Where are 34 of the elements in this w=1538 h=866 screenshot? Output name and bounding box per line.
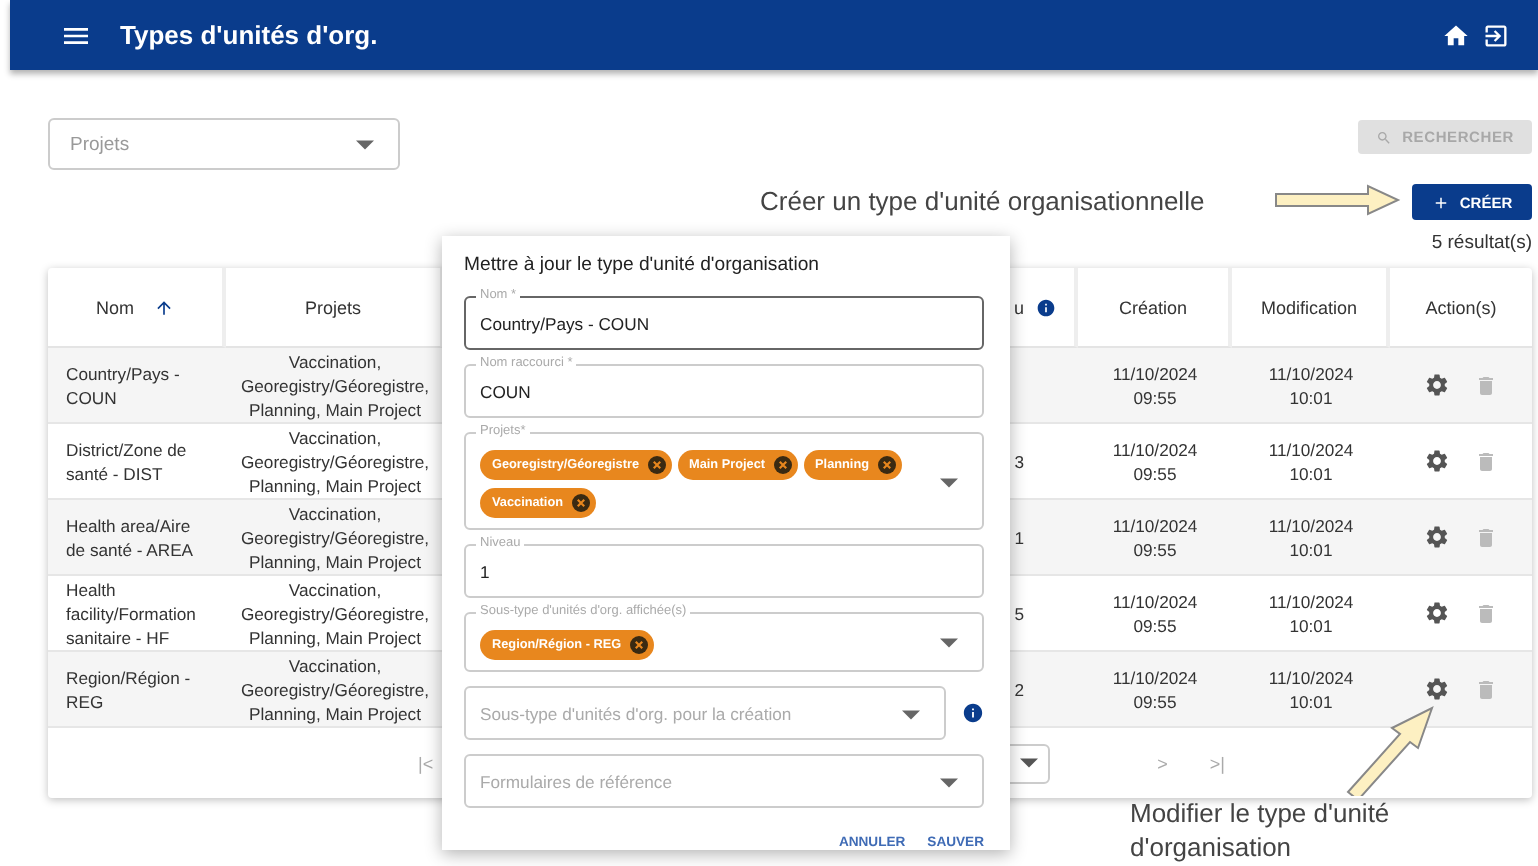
table-cell-text: Vaccination, Georegistry/Géoregistre, Planning, Main Project <box>238 501 432 573</box>
app-title: Types d'unités d'org. <box>120 20 380 50</box>
annotation-text: Créer un type d'unité organisationnelle <box>760 184 1205 218</box>
field-placeholder: Sous-type d'unités d'org. pour la création <box>480 704 794 724</box>
table-cell-text: Region/Région - REG <box>66 665 193 713</box>
table-cell-text: Vaccination, Georegistry/Géoregistre, Planning, Main Project <box>238 653 432 725</box>
field-placeholder: Formulaires de référence <box>480 772 675 792</box>
table-cell-text: Vaccination, Georegistry/Géoregistre, Planning, Main Project <box>238 425 432 497</box>
table-cell-text: 11/10/2024 10:01 <box>1266 589 1356 637</box>
table-cell-text: 11/10/2024 10:01 <box>1266 361 1356 409</box>
table-cell-text: 11/10/2024 09:55 <box>1110 437 1200 485</box>
field-value: COUN <box>480 382 533 402</box>
table-cell-text: Health area/Aire de santé - AREA <box>66 513 196 561</box>
table-cell: 5 <box>1014 601 1024 625</box>
table-cell-text: 11/10/2024 09:55 <box>1110 665 1200 713</box>
table-cell-text: 11/10/2024 09:55 <box>1110 361 1200 409</box>
table-cell-text: Vaccination, Georegistry/Géoregistre, Planning, Main Project <box>238 349 432 421</box>
table-cell: 2 <box>1014 677 1024 701</box>
table-cell-text: 11/10/2024 10:01 <box>1266 513 1356 561</box>
field-value: Country/Pays - COUN <box>480 314 652 334</box>
table-cell: 3 <box>1014 449 1024 473</box>
table-cell: 1 <box>1014 525 1024 549</box>
field-value: 1 <box>480 562 492 582</box>
annotation-text: Modifier le type d'unité d'organisation <box>1130 796 1392 864</box>
table-cell-text: Country/Pays - COUN <box>66 361 182 409</box>
table-cell-text: 11/10/2024 09:55 <box>1110 513 1200 561</box>
table-cell-text: 11/10/2024 10:01 <box>1266 437 1356 485</box>
table-cell-text: Health facility/Formation sanitaire - HF <box>66 577 198 649</box>
table-cell-text: District/Zone de santé - DIST <box>66 437 189 485</box>
table-cell-text: 11/10/2024 09:55 <box>1110 589 1200 637</box>
result-count: 5 résultat(s) <box>1431 232 1532 254</box>
table-cell-text: 11/10/2024 10:01 <box>1266 665 1356 713</box>
dialog-title: Mettre à jour le type d'unité d'organisation <box>464 254 822 276</box>
table-cell-text: Vaccination, Georegistry/Géoregistre, Planning, Main Project <box>238 577 432 649</box>
